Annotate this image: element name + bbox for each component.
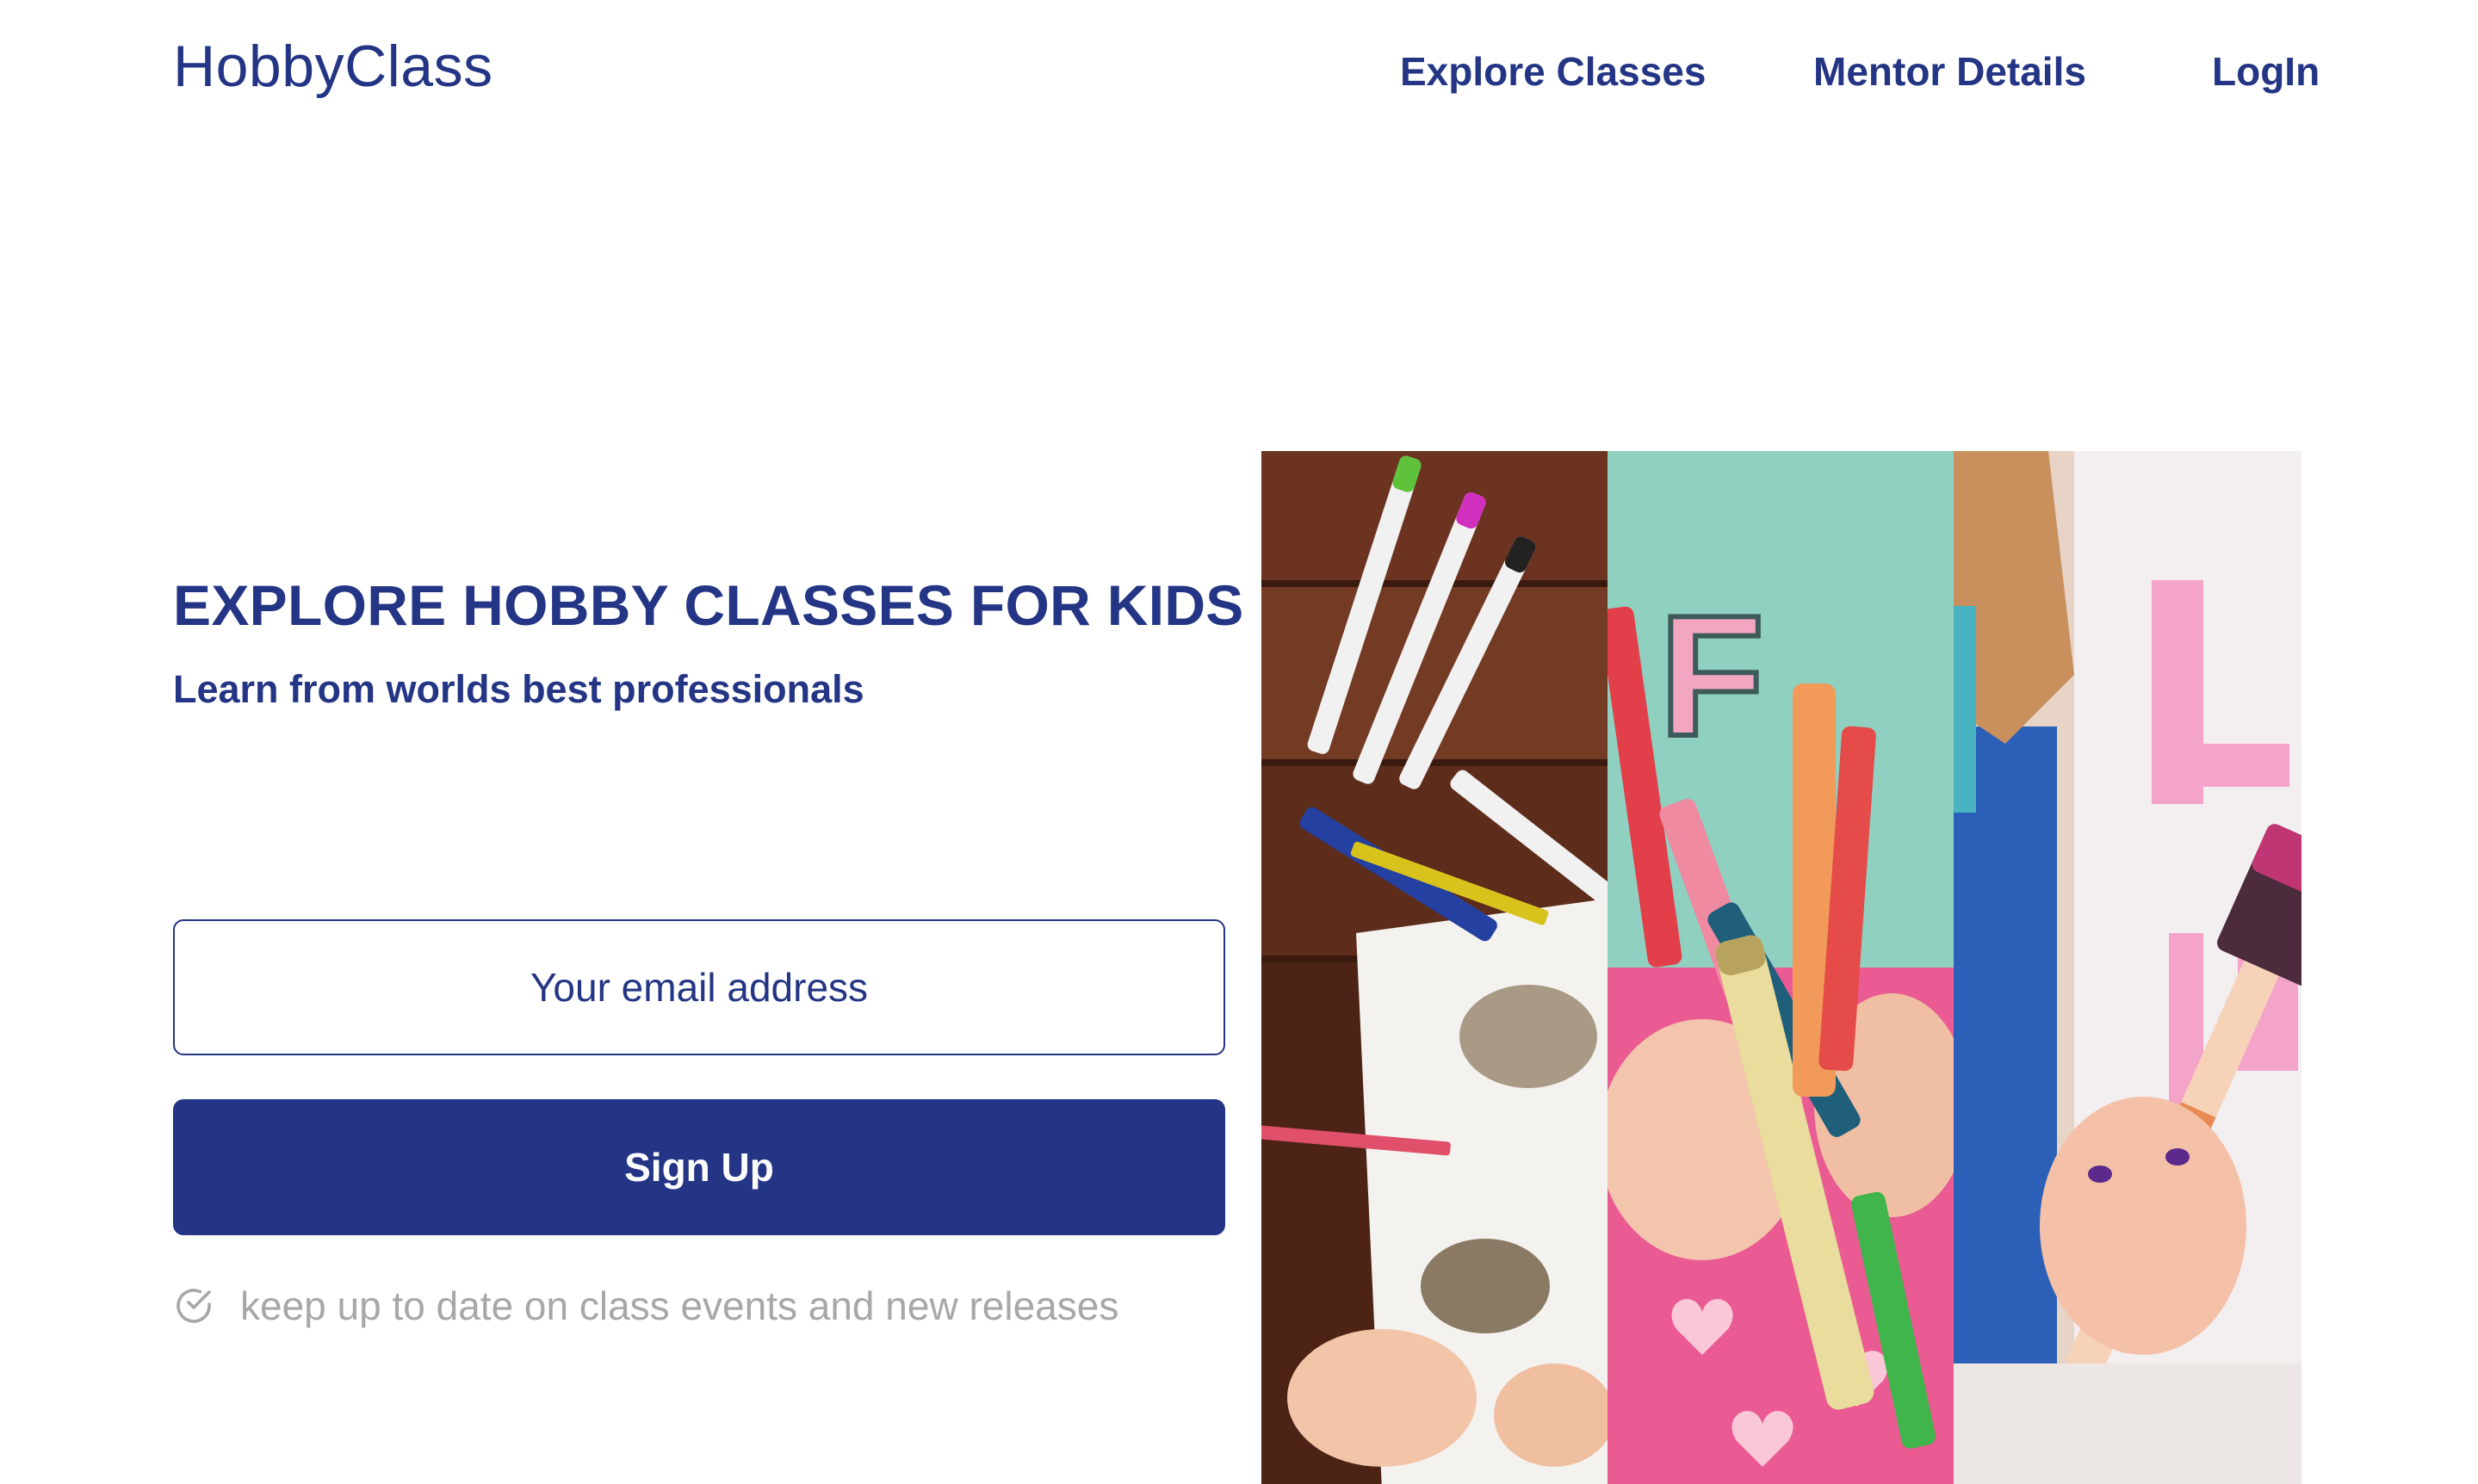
markers-on-wooden-table-photo [1261,451,1608,1484]
hands-holding-crayons-photo: F [1608,451,1954,1484]
email-input[interactable] [173,919,1225,1055]
nav-mentor-details[interactable]: Mentor Details [1813,48,2086,95]
check-circle-icon [177,1289,211,1323]
newsletter-note: keep up to date on class events and new … [173,1283,1118,1329]
landing-page: HobbyClass Explore Classes Mentor Detail… [0,0,2478,1484]
newsletter-note-text: keep up to date on class events and new … [240,1283,1119,1328]
nav-login[interactable]: LogIn [2212,48,2320,95]
svg-text:F: F [1659,580,1764,772]
child-holding-sponge-brush-photo [1954,451,2301,1484]
hero-subtitle: Learn from worlds best professionals [173,667,864,711]
hero-image-collage: F [1261,451,2301,1484]
top-nav: Explore Classes Mentor Details LogIn [0,48,2478,100]
hero-title: EXPLORE HOBBY CLASSES FOR KIDS [173,573,1244,637]
nav-explore-classes[interactable]: Explore Classes [1400,48,1706,95]
signup-button[interactable]: Sign Up [173,1099,1225,1235]
